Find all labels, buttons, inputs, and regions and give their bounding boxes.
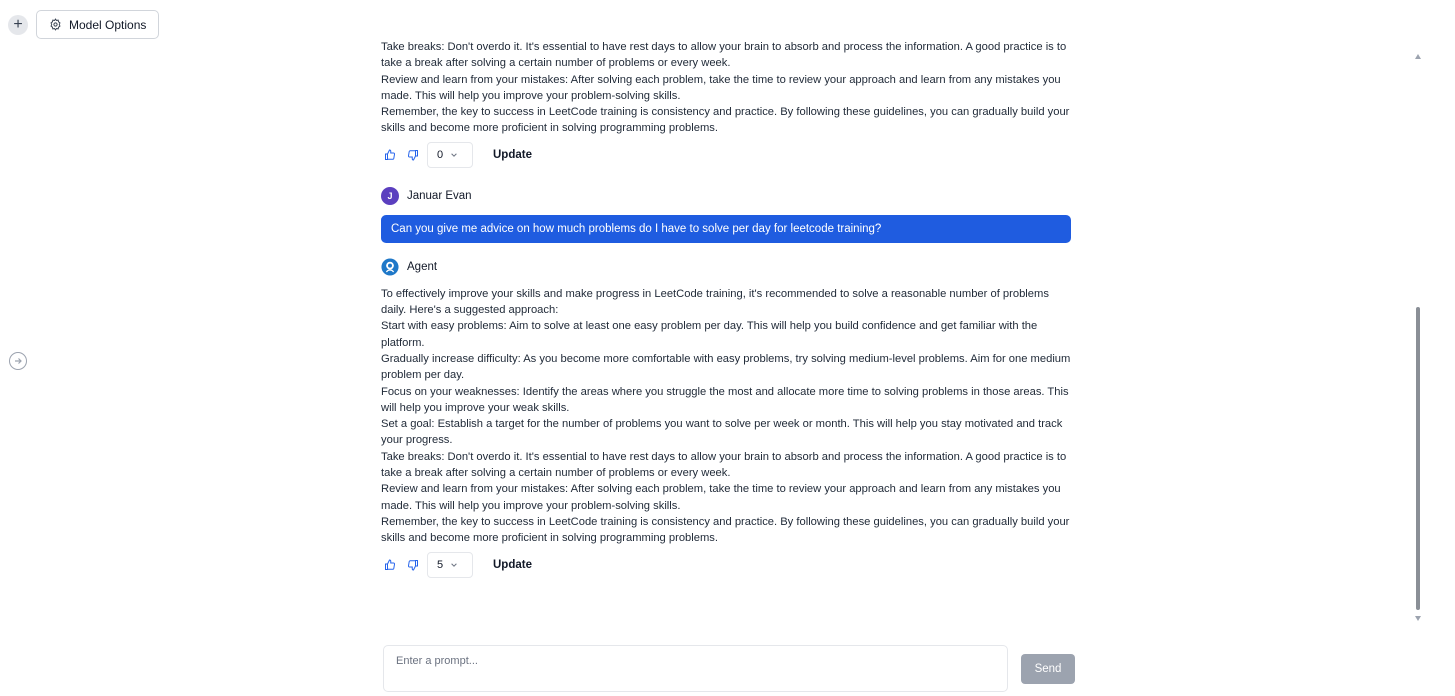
model-options-button[interactable]: Model Options [36, 10, 160, 39]
update-button[interactable]: Update [493, 149, 532, 161]
message-paragraph: Focus on your weaknesses: Identify the a… [381, 385, 1069, 414]
message-paragraph: Review and learn from your mistakes: Aft… [381, 483, 1061, 512]
user-name: Januar Evan [407, 189, 472, 202]
avatar: J [381, 186, 399, 205]
message-paragraph: Start with easy problems: Aim to solve a… [381, 320, 1038, 349]
prompt-placeholder: Enter a prompt... [396, 655, 478, 667]
agent-name: Agent [407, 260, 438, 273]
rating-value: 5 [437, 558, 444, 571]
gear-icon [50, 18, 61, 31]
message-paragraph: Gradually increase difficulty: As you be… [381, 352, 1071, 382]
chat-history[interactable]: Set a goal: Establish a target for the n… [381, 38, 1071, 628]
agent-avatar-icon [381, 258, 399, 276]
message-paragraph: Take breaks: Don't overdo it. It's essen… [381, 41, 1067, 70]
message-actions: 0 Update [381, 141, 1071, 169]
user-message-bubble: Can you give me advice on how much probl… [381, 214, 1071, 243]
thumbs-up-icon[interactable] [384, 559, 396, 571]
scrollbar-thumb[interactable] [1416, 307, 1420, 610]
chat-scroll-content: Set a goal: Establish a target for the n… [381, 38, 1071, 579]
scroll-up-arrow-icon[interactable] [1415, 54, 1421, 59]
thumbs-down-icon[interactable] [407, 559, 419, 571]
message-text: To effectively improve your skills and m… [381, 286, 1071, 547]
update-button[interactable]: Update [493, 559, 532, 571]
agent-message: Agent To effectively improve your skills… [381, 257, 1071, 579]
message-paragraph: Remember, the key to success in LeetCode… [381, 106, 1070, 135]
new-chat-button[interactable]: + [8, 14, 28, 35]
message-paragraph: To effectively improve your skills and m… [381, 287, 1049, 317]
send-button[interactable]: Send [1021, 654, 1075, 684]
chat-scrollbar[interactable] [1414, 50, 1424, 625]
thumbs-up-icon[interactable] [384, 149, 396, 161]
scroll-down-arrow-icon[interactable] [1415, 616, 1421, 621]
prompt-input[interactable]: Enter a prompt... [383, 645, 1008, 692]
message-paragraph: Remember, the key to success in LeetCode… [381, 515, 1070, 545]
rating-select[interactable]: 5 [427, 551, 473, 578]
rating-select[interactable]: 0 [427, 141, 473, 168]
top-bar: + Model Options [8, 10, 160, 39]
message-paragraph: Take breaks: Don't overdo it. It's essen… [381, 450, 1067, 480]
user-message: J Januar Evan Can you give me advice on … [381, 186, 1071, 243]
message-paragraph: Set a goal: Establish a target for the n… [381, 418, 1063, 447]
rating-value: 0 [437, 148, 444, 161]
agent-message: Set a goal: Establish a target for the n… [381, 38, 1071, 169]
expand-sidebar-button[interactable] [9, 352, 27, 370]
message-text: Take breaks: Don't overdo it. It's essen… [381, 39, 1071, 137]
model-options-label: Model Options [69, 17, 147, 32]
message-paragraph: Review and learn from your mistakes: Aft… [381, 73, 1061, 102]
thumbs-down-icon[interactable] [407, 149, 419, 161]
user-header: J Januar Evan [381, 186, 1071, 206]
message-actions: 5 Update [381, 551, 1071, 579]
chevron-down-icon [451, 562, 457, 567]
arrow-right-icon [15, 358, 22, 364]
chevron-down-icon [451, 153, 457, 157]
agent-header: Agent [381, 257, 1071, 277]
